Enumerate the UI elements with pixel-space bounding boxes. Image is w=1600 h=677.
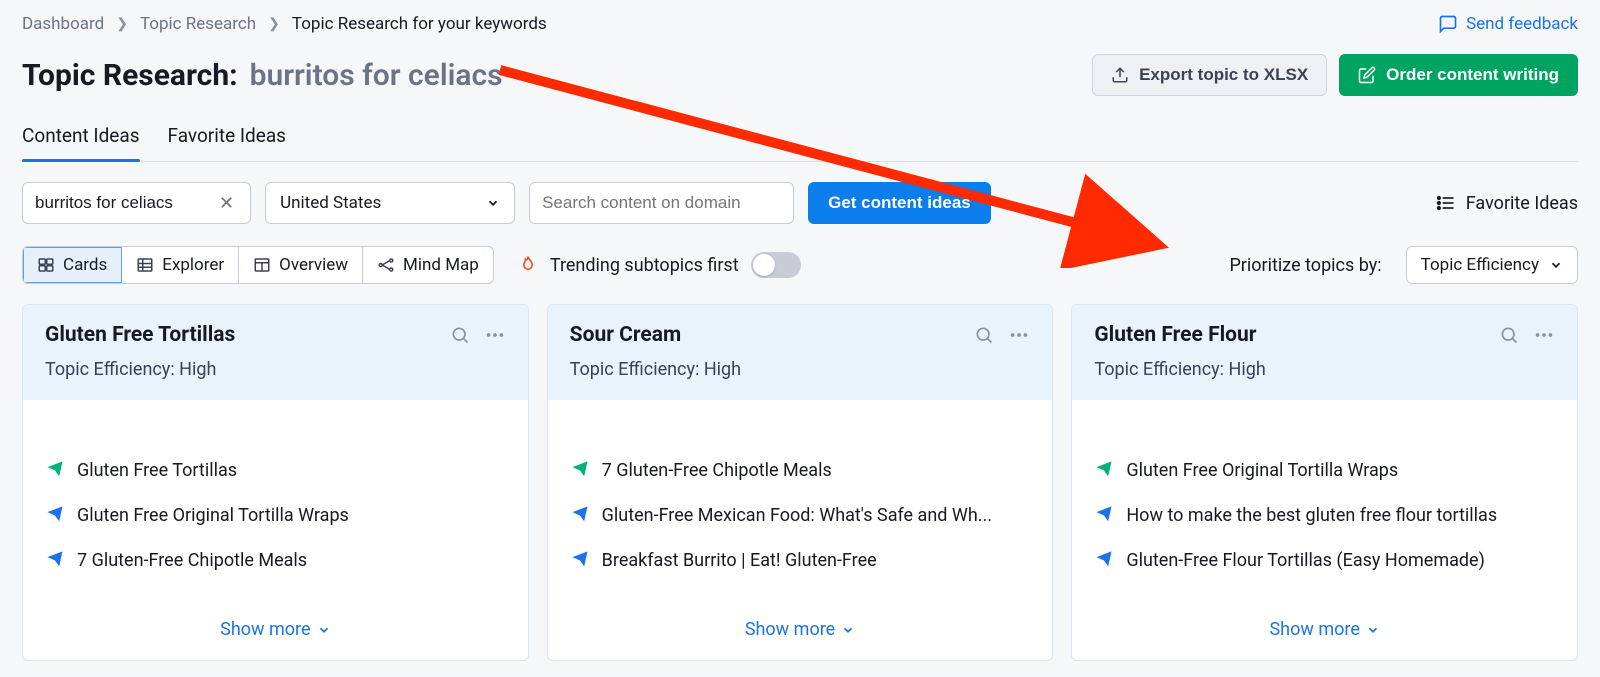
chevron-right-icon: ❯ — [116, 16, 128, 32]
breadcrumb-topic-research[interactable]: Topic Research — [140, 14, 256, 34]
headline-text: 7 Gluten-Free Chipotle Meals — [77, 550, 307, 571]
headline-text: How to make the best gluten free flour t… — [1126, 505, 1497, 526]
trending-label: Trending subtopics first — [550, 255, 739, 276]
bullhorn-icon — [570, 458, 590, 483]
chevron-down-icon — [841, 623, 855, 637]
topic-card-title[interactable]: Gluten Free Flour — [1094, 323, 1256, 347]
topic-card: Sour Cream Topic Efficiency: High 7 Glut… — [547, 304, 1054, 661]
topic-cards-grid: Gluten Free Tortillas Topic Efficiency: … — [22, 304, 1578, 661]
headline-item[interactable]: How to make the best gluten free flour t… — [1094, 493, 1555, 538]
headline-item[interactable]: 7 Gluten-Free Chipotle Meals — [45, 538, 506, 583]
topic-efficiency: Topic Efficiency: High — [1094, 359, 1555, 380]
clear-keyword-icon[interactable]: ✕ — [215, 193, 238, 214]
more-icon[interactable] — [1008, 324, 1030, 346]
chevron-down-icon — [317, 623, 331, 637]
list-icon — [1436, 193, 1456, 213]
headline-item[interactable]: Gluten-Free Flour Tortillas (Easy Homema… — [1094, 538, 1555, 583]
main-tabs: Content Ideas Favorite Ideas — [22, 118, 1578, 162]
topic-card: Gluten Free Tortillas Topic Efficiency: … — [22, 304, 529, 661]
headline-text: Breakfast Burrito | Eat! Gluten-Free — [602, 550, 877, 571]
headline-text: Gluten Free Tortillas — [77, 460, 237, 481]
keyword-input[interactable] — [35, 193, 215, 213]
headline-item[interactable]: Breakfast Burrito | Eat! Gluten-Free — [570, 538, 1031, 583]
overview-icon — [253, 256, 271, 274]
headline-text: Gluten-Free Flour Tortillas (Easy Homema… — [1126, 550, 1485, 571]
trending-subtopics-toggle-group: Trending subtopics first — [518, 252, 801, 278]
page-title-query: burritos for celiacs — [250, 58, 503, 93]
topic-efficiency: Topic Efficiency: High — [570, 359, 1031, 380]
breadcrumb-dashboard[interactable]: Dashboard — [22, 14, 104, 34]
headline-item[interactable]: Gluten Free Tortillas — [45, 448, 506, 493]
show-more-link[interactable]: Show more — [220, 619, 330, 640]
breadcrumb: Dashboard ❯ Topic Research ❯ Topic Resea… — [22, 14, 547, 34]
view-overview[interactable]: Overview — [239, 247, 363, 283]
flame-icon — [518, 254, 538, 276]
prioritize-label: Prioritize topics by: — [1229, 255, 1381, 276]
headline-item[interactable]: 7 Gluten-Free Chipotle Meals — [570, 448, 1031, 493]
headline-text: Gluten Free Original Tortilla Wraps — [77, 505, 349, 526]
comment-icon — [1438, 14, 1458, 34]
tab-content-ideas[interactable]: Content Ideas — [22, 118, 140, 161]
view-cards[interactable]: Cards — [23, 247, 122, 283]
edit-icon — [1358, 66, 1376, 84]
bullhorn-icon — [1094, 458, 1114, 483]
search-icon[interactable] — [1499, 325, 1519, 345]
trending-toggle[interactable] — [751, 252, 801, 278]
more-icon[interactable] — [1533, 324, 1555, 346]
bullhorn-icon — [45, 503, 65, 528]
breadcrumb-current: Topic Research for your keywords — [292, 14, 547, 34]
mindmap-icon — [377, 256, 395, 274]
bullhorn-icon — [570, 503, 590, 528]
topic-card-title[interactable]: Gluten Free Tortillas — [45, 323, 235, 347]
chevron-down-icon — [486, 196, 500, 210]
chevron-down-icon — [1366, 623, 1380, 637]
topic-card: Gluten Free Flour Topic Efficiency: High… — [1071, 304, 1578, 661]
bullhorn-icon — [45, 548, 65, 573]
headline-item[interactable]: Gluten Free Original Tortilla Wraps — [45, 493, 506, 538]
bullhorn-icon — [1094, 548, 1114, 573]
headline-item[interactable]: Gluten-Free Mexican Food: What's Safe an… — [570, 493, 1031, 538]
tab-favorite-ideas[interactable]: Favorite Ideas — [168, 118, 286, 161]
page-title: Topic Research: burritos for celiacs — [22, 58, 503, 93]
headline-text: Gluten-Free Mexican Food: What's Safe an… — [602, 505, 992, 526]
prioritize-select[interactable]: Topic Efficiency — [1406, 246, 1578, 284]
show-more-link[interactable]: Show more — [1269, 619, 1379, 640]
export-xlsx-button[interactable]: Export topic to XLSX — [1092, 54, 1327, 96]
topic-efficiency: Topic Efficiency: High — [45, 359, 506, 380]
favorite-ideas-link[interactable]: Favorite Ideas — [1436, 193, 1578, 214]
headline-text: Gluten Free Original Tortilla Wraps — [1126, 460, 1398, 481]
more-icon[interactable] — [484, 324, 506, 346]
bullhorn-icon — [1094, 503, 1114, 528]
chevron-right-icon: ❯ — [268, 16, 280, 32]
topic-card-title[interactable]: Sour Cream — [570, 323, 681, 347]
view-mode-segment: Cards Explorer Overview Mind Map — [22, 246, 494, 284]
keyword-input-wrap: ✕ — [22, 182, 251, 224]
search-icon[interactable] — [450, 325, 470, 345]
order-content-writing-button[interactable]: Order content writing — [1339, 54, 1578, 96]
show-more-link[interactable]: Show more — [745, 619, 855, 640]
view-mindmap[interactable]: Mind Map — [363, 247, 493, 283]
domain-search-input[interactable] — [542, 193, 781, 213]
bullhorn-icon — [45, 458, 65, 483]
bullhorn-icon — [570, 548, 590, 573]
table-icon — [136, 256, 154, 274]
country-select[interactable]: United States — [265, 182, 515, 224]
upload-icon — [1111, 66, 1129, 84]
view-explorer[interactable]: Explorer — [122, 247, 239, 283]
search-icon[interactable] — [974, 325, 994, 345]
get-content-ideas-button[interactable]: Get content ideas — [808, 182, 991, 224]
headline-text: 7 Gluten-Free Chipotle Meals — [602, 460, 832, 481]
headline-item[interactable]: Gluten Free Original Tortilla Wraps — [1094, 448, 1555, 493]
chevron-down-icon — [1549, 258, 1563, 272]
cards-icon — [37, 256, 55, 274]
send-feedback-link[interactable]: Send feedback — [1438, 14, 1578, 34]
